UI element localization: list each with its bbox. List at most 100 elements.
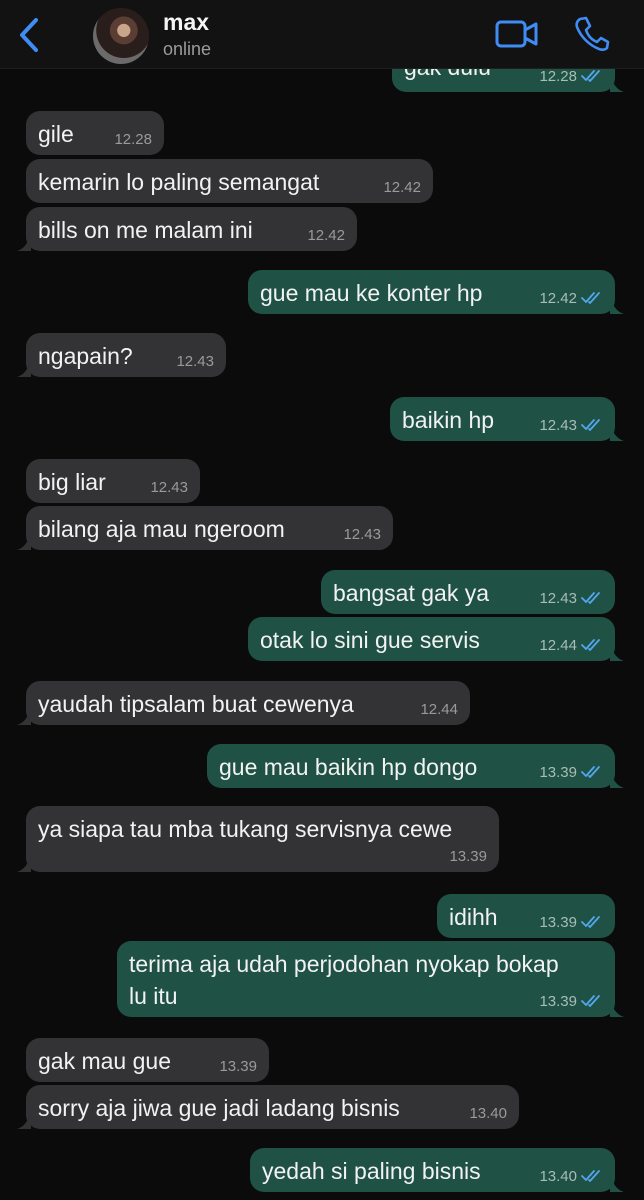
message-text: baikin hp xyxy=(402,407,495,433)
message-time: 13.39 xyxy=(449,848,487,865)
bubble-tail xyxy=(610,1001,624,1017)
message-meta: 13.39 xyxy=(539,914,603,932)
incoming-message-bubble[interactable]: sorry aja jiwa gue jadi ladang bisnis 13.… xyxy=(17,1085,519,1129)
message-meta: 13.39 xyxy=(539,993,603,1011)
message-text: gue mau ke konter hp xyxy=(260,280,483,306)
message-time: 13.39 xyxy=(539,914,577,931)
outgoing-message-bubble[interactable]: otak lo sini gue servis 12.44 xyxy=(248,617,624,661)
message-meta: 12.42 xyxy=(307,227,345,245)
outgoing-message-bubble[interactable]: idihh 13.39 xyxy=(437,894,615,938)
outgoing-message-bubble[interactable]: terima aja udah perjodohan nyokap bokap … xyxy=(117,941,624,1017)
message-meta: 12.43 xyxy=(176,353,214,371)
message-meta: 12.42 xyxy=(383,179,421,197)
message-meta: 13.40 xyxy=(539,1168,603,1186)
message-time: 12.43 xyxy=(539,417,577,434)
bubble-tail xyxy=(17,534,31,550)
message-text: gak mau gue xyxy=(38,1048,171,1074)
message-meta: 12.42 xyxy=(539,290,603,308)
incoming-message-bubble[interactable]: bilang aja mau ngeroom 12.43 xyxy=(17,506,393,550)
video-camera-icon xyxy=(495,20,538,48)
read-receipt-icon xyxy=(581,70,600,82)
read-receipt-icon xyxy=(581,292,600,304)
read-receipt-icon xyxy=(581,916,600,928)
message-time: 12.28 xyxy=(114,131,152,148)
message-text: sorry aja jiwa gue jadi ladang bisnis xyxy=(38,1095,400,1121)
message-time: 13.39 xyxy=(219,1058,257,1075)
read-receipt-icon xyxy=(581,995,600,1007)
message-meta: 12.44 xyxy=(420,701,458,719)
message-text: gue mau baikin hp dongo xyxy=(219,754,478,780)
outgoing-message-bubble[interactable]: gue mau ke konter hp 12.42 xyxy=(248,270,624,314)
contact-status: online xyxy=(163,39,212,59)
bubble-tail xyxy=(17,709,31,725)
contact-name[interactable]: max xyxy=(163,9,209,35)
message-time: 12.43 xyxy=(176,353,214,370)
message-text: terima aja udah perjodohan nyokap bokap … xyxy=(129,951,559,1009)
bubble-tail xyxy=(610,425,624,441)
outgoing-message-bubble[interactable]: yedah si paling bisnis 13.40 xyxy=(250,1148,624,1192)
message-text: yedah si paling bisnis xyxy=(262,1158,481,1184)
read-receipt-icon xyxy=(581,1170,600,1182)
outgoing-message-bubble[interactable]: baikin hp 12.43 xyxy=(390,397,624,441)
message-time: 12.44 xyxy=(539,637,577,654)
bubble-tail xyxy=(610,645,624,661)
avatar[interactable] xyxy=(93,8,149,64)
read-receipt-icon xyxy=(581,639,600,651)
incoming-message-bubble[interactable]: kemarin lo paling semangat 12.42 xyxy=(26,159,433,203)
read-receipt-icon xyxy=(581,419,600,431)
incoming-message-bubble[interactable]: gile 12.28 xyxy=(26,111,164,155)
message-time: 13.40 xyxy=(539,1168,577,1185)
message-meta: 13.39 xyxy=(539,764,603,782)
voice-call-button[interactable] xyxy=(572,14,612,54)
message-text: otak lo sini gue servis xyxy=(260,627,480,653)
message-meta: 12.44 xyxy=(539,637,603,655)
phone-icon xyxy=(575,16,610,51)
message-text: big liar xyxy=(38,469,106,495)
message-text: yaudah tipsalam buat cewenya xyxy=(38,691,354,717)
back-button[interactable] xyxy=(14,16,48,54)
incoming-message-bubble[interactable]: big liar 12.43 xyxy=(26,459,200,503)
incoming-message-bubble[interactable]: ya siapa tau mba tukang servisnya cewe 13… xyxy=(17,806,499,872)
bubble-tail xyxy=(17,1113,31,1129)
message-text: bangsat gak ya xyxy=(333,580,490,606)
incoming-message-bubble[interactable]: yaudah tipsalam buat cewenya 12.44 xyxy=(17,681,470,725)
message-text: idihh xyxy=(449,904,498,930)
incoming-message-bubble[interactable]: gak mau gue 13.39 xyxy=(26,1038,269,1082)
message-meta: 12.28 xyxy=(114,131,152,149)
message-time: 12.43 xyxy=(343,526,381,543)
chevron-left-icon xyxy=(20,18,38,52)
message-time: 12.42 xyxy=(539,290,577,307)
message-meta: 12.28 xyxy=(539,68,603,86)
message-meta: 12.43 xyxy=(539,590,603,608)
bubble-tail xyxy=(610,772,624,788)
incoming-message-bubble[interactable]: ngapain? 12.43 xyxy=(17,333,226,377)
bubble-tail xyxy=(610,298,624,314)
message-time: 13.40 xyxy=(469,1105,507,1122)
bubble-tail xyxy=(17,235,31,251)
outgoing-message-bubble[interactable]: gue mau baikin hp dongo 13.39 xyxy=(207,744,624,788)
message-list[interactable]: gak dulu12.28gile12.28kemarin lo paling … xyxy=(0,0,644,1200)
message-meta: 13.39 xyxy=(449,848,487,866)
message-time: 12.42 xyxy=(307,227,345,244)
read-receipt-icon xyxy=(581,592,600,604)
message-meta: 12.43 xyxy=(150,479,188,497)
message-text: ya siapa tau mba tukang servisnya cewe xyxy=(38,816,453,842)
outgoing-message-bubble[interactable]: bangsat gak ya 12.43 xyxy=(321,570,615,614)
message-text: kemarin lo paling semangat xyxy=(38,169,320,195)
read-receipt-icon xyxy=(581,766,600,778)
video-call-button[interactable] xyxy=(494,16,540,52)
message-text: bills on me malam ini xyxy=(38,217,253,243)
message-time: 13.39 xyxy=(539,993,577,1010)
chat-header: max online xyxy=(0,0,644,69)
message-time: 12.44 xyxy=(420,701,458,718)
message-meta: 12.43 xyxy=(343,526,381,544)
message-text: bilang aja mau ngeroom xyxy=(38,516,285,542)
message-time: 13.39 xyxy=(539,764,577,781)
message-time: 12.42 xyxy=(383,179,421,196)
message-time: 12.43 xyxy=(539,590,577,607)
bubble-tail xyxy=(610,76,624,92)
bubble-tail xyxy=(17,361,31,377)
message-text: ngapain? xyxy=(38,343,133,369)
message-meta: 13.39 xyxy=(219,1058,257,1076)
incoming-message-bubble[interactable]: bills on me malam ini 12.42 xyxy=(17,207,357,251)
